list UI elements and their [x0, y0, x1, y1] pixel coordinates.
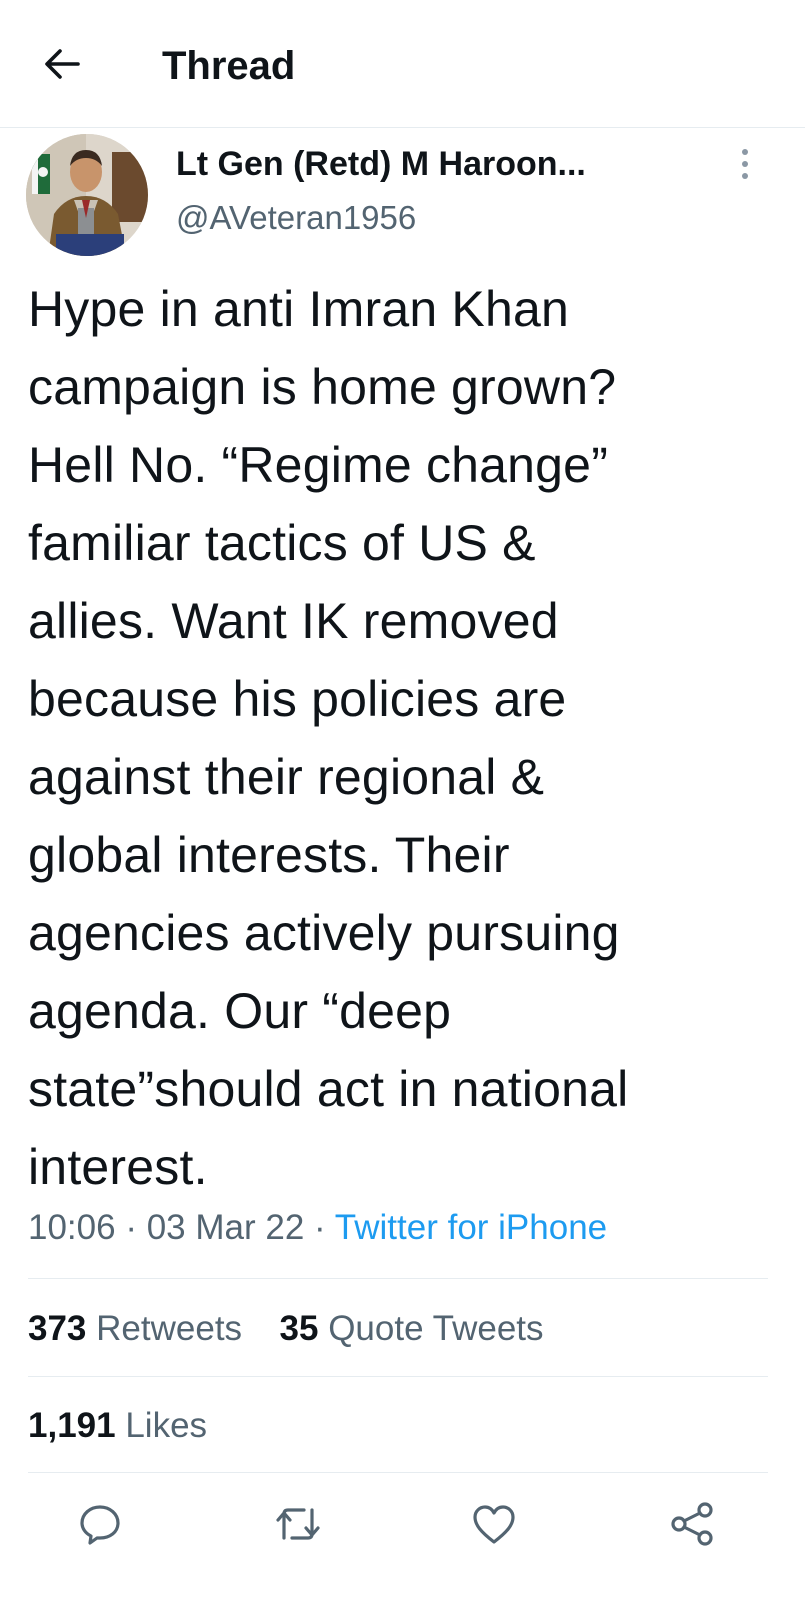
quotes-count: 35 [279, 1309, 319, 1348]
quotes-label: Quote Tweets [328, 1309, 544, 1348]
retweet-icon [274, 1502, 322, 1551]
divider [28, 1278, 768, 1279]
likes-label: Likes [125, 1406, 208, 1445]
more-options-button[interactable] [728, 146, 762, 186]
tweet-author: Lt Gen (Retd) M Haroon... @AVeteran1956 [0, 128, 805, 268]
retweet-stats: 373 Retweets 35 Quote Tweets [28, 1304, 544, 1354]
avatar[interactable] [26, 134, 148, 256]
tweet-text: Hype in anti Imran Khan campaign is home… [28, 281, 629, 1195]
reply-button[interactable] [72, 1498, 128, 1554]
share-icon [669, 1501, 715, 1552]
tweet-actions [0, 1490, 805, 1560]
likes-stat[interactable]: 1,191 Likes [28, 1406, 207, 1445]
tweet-date: 03 Mar 22 [146, 1208, 305, 1247]
author-handle[interactable]: @AVeteran1956 [176, 196, 416, 240]
back-button[interactable] [34, 40, 90, 92]
share-button[interactable] [664, 1498, 720, 1554]
retweets-stat[interactable]: 373 Retweets [28, 1309, 252, 1348]
page-title: Thread [162, 44, 296, 88]
meta-separator: · [125, 1208, 137, 1247]
likes-count: 1,191 [28, 1406, 116, 1445]
divider [28, 1472, 768, 1473]
tweet-source-link[interactable]: Twitter for iPhone [335, 1208, 607, 1247]
top-bar: Thread [0, 0, 805, 128]
divider [28, 1376, 768, 1377]
likes-stats: 1,191 Likes [28, 1401, 207, 1451]
retweets-count: 373 [28, 1309, 87, 1348]
tweet-meta: 10:06 · 03 Mar 22 · Twitter for iPhone [28, 1200, 607, 1256]
tweet-time: 10:06 [28, 1208, 116, 1247]
retweet-button[interactable] [270, 1498, 326, 1554]
like-button[interactable] [466, 1498, 522, 1554]
author-name[interactable]: Lt Gen (Retd) M Haroon... [176, 142, 586, 186]
arrow-left-icon [42, 47, 82, 86]
meta-separator: · [314, 1208, 326, 1247]
quote-tweets-stat[interactable]: 35 Quote Tweets [280, 1309, 544, 1348]
reply-icon [78, 1502, 122, 1551]
more-vertical-icon [740, 147, 750, 186]
like-icon [471, 1502, 517, 1551]
retweets-label: Retweets [96, 1309, 243, 1348]
